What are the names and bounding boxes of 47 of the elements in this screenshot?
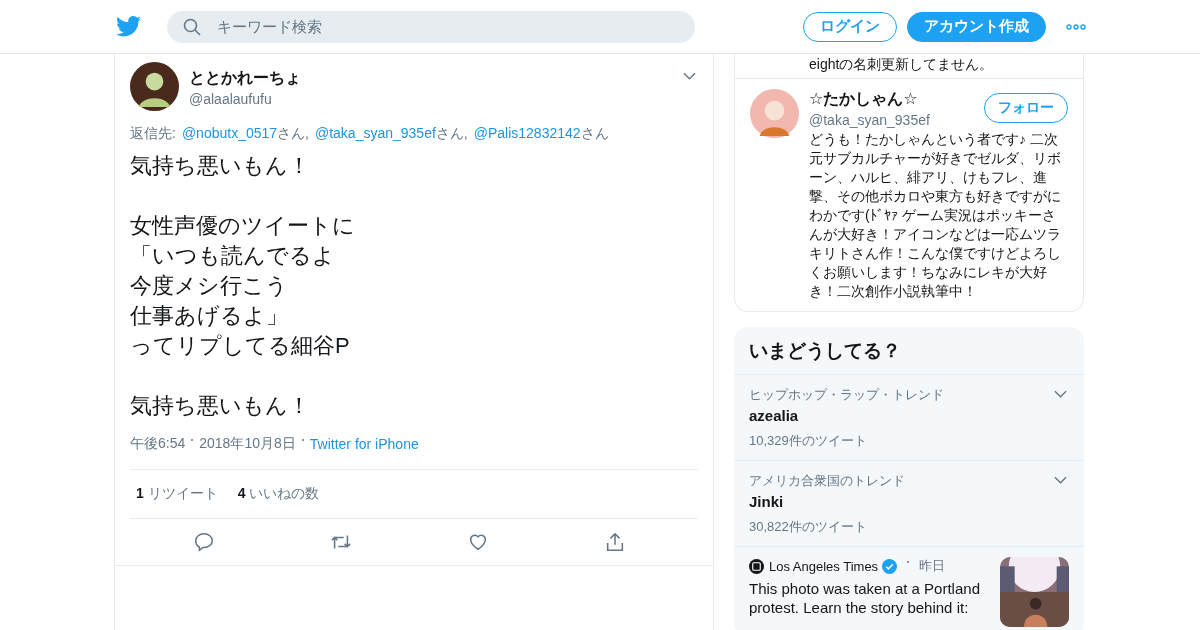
tweet-text: 今度メシ行こう	[130, 272, 288, 300]
user-name[interactable]: ととかれーちょ	[189, 68, 301, 89]
tweet-text: ってリプしてる細谷P	[130, 332, 350, 360]
tweet-date: 2018年10月8日	[199, 435, 296, 453]
tweet-count: 30,822件のツイート	[749, 518, 867, 536]
source-link[interactable]: Twitter for iPhone	[309, 436, 419, 452]
more-icon[interactable]	[1066, 23, 1086, 30]
bird-logo-icon[interactable]	[116, 16, 141, 37]
stat-link[interactable]: 1 リツイート	[136, 485, 218, 503]
tweet-text: 気持ち悪いもん！	[130, 152, 310, 180]
header-button[interactable]: アカウント作成	[907, 11, 1046, 42]
mention-suffix: さん	[580, 125, 609, 143]
reply-icon[interactable]	[192, 531, 215, 553]
section-title: いまどうしてる？	[734, 327, 1084, 375]
user-handle[interactable]: @taka_syan_935ef	[809, 112, 930, 128]
mention-link[interactable]: @Palis12832142	[473, 125, 581, 143]
follow-button[interactable]: フォロー	[984, 93, 1068, 123]
tweet-text: 気持ち悪いもん！	[130, 392, 310, 420]
chevron-icon[interactable]	[1054, 476, 1067, 484]
mention-link[interactable]: @nobutx_0517	[181, 125, 278, 143]
source-name: Los Angeles Times	[769, 558, 879, 574]
mention-suffix: さん,	[277, 125, 309, 143]
trend-name[interactable]: Jinki	[749, 493, 784, 510]
trend-context: ヒップホップ・ラップ・トレンド	[749, 386, 944, 404]
chevron-icon[interactable]	[683, 72, 696, 80]
news-time: 昨日	[919, 557, 946, 575]
tweet-text: 女性声優のツイートに	[130, 212, 355, 240]
user-name[interactable]: ☆たかしゃん☆	[809, 89, 930, 110]
bio-text: どうも！たかしゃんという者です♪ 二次元サブカルチャーが好きでゼルダ、リボーン、ハルヒ、緋アリ、けもフレ、進撃、その他ボカロや東方も好きですがにわかです(ﾄﾞﾔｧ ゲーム実況はポッキーさんが大好き！アイコンなどは一応ムツラキリトさん作！こんな僕ですけどよろしくお願いします！ちなみにレキが大好き！二次創作小説執筆中！	[809, 130, 1062, 301]
news-headline[interactable]: This photo was taken at a Portland protest. Learn the story behind it:	[749, 579, 990, 617]
tweet-time: 午後6:54	[130, 435, 186, 453]
tweet-text: 仕事あげるよ」	[130, 302, 288, 330]
tweet-count: 10,329件のツイート	[749, 432, 867, 450]
newspaper-logo-icon	[749, 558, 764, 574]
stat-link[interactable]: 4 いいねの数	[237, 485, 320, 503]
mention-suffix: さん,	[435, 125, 468, 143]
bio-text: eightの名刺更新してません。	[735, 54, 1083, 79]
user-avatar[interactable]	[130, 62, 179, 111]
tweet-text: 「いつも読んでるよ	[130, 242, 335, 270]
user-handle[interactable]: @alaalaufufu	[189, 91, 301, 107]
search-field[interactable]: キーワード検索	[167, 10, 695, 43]
trend-context: アメリカ合衆国のトレンド	[749, 472, 905, 490]
mention-link[interactable]: @taka_syan_935ef	[314, 125, 436, 143]
trend-name[interactable]: azealia	[749, 407, 799, 424]
reply-label: 返信先:	[130, 125, 176, 143]
header-button[interactable]: ログイン	[803, 11, 897, 42]
chevron-icon[interactable]	[1054, 390, 1067, 398]
